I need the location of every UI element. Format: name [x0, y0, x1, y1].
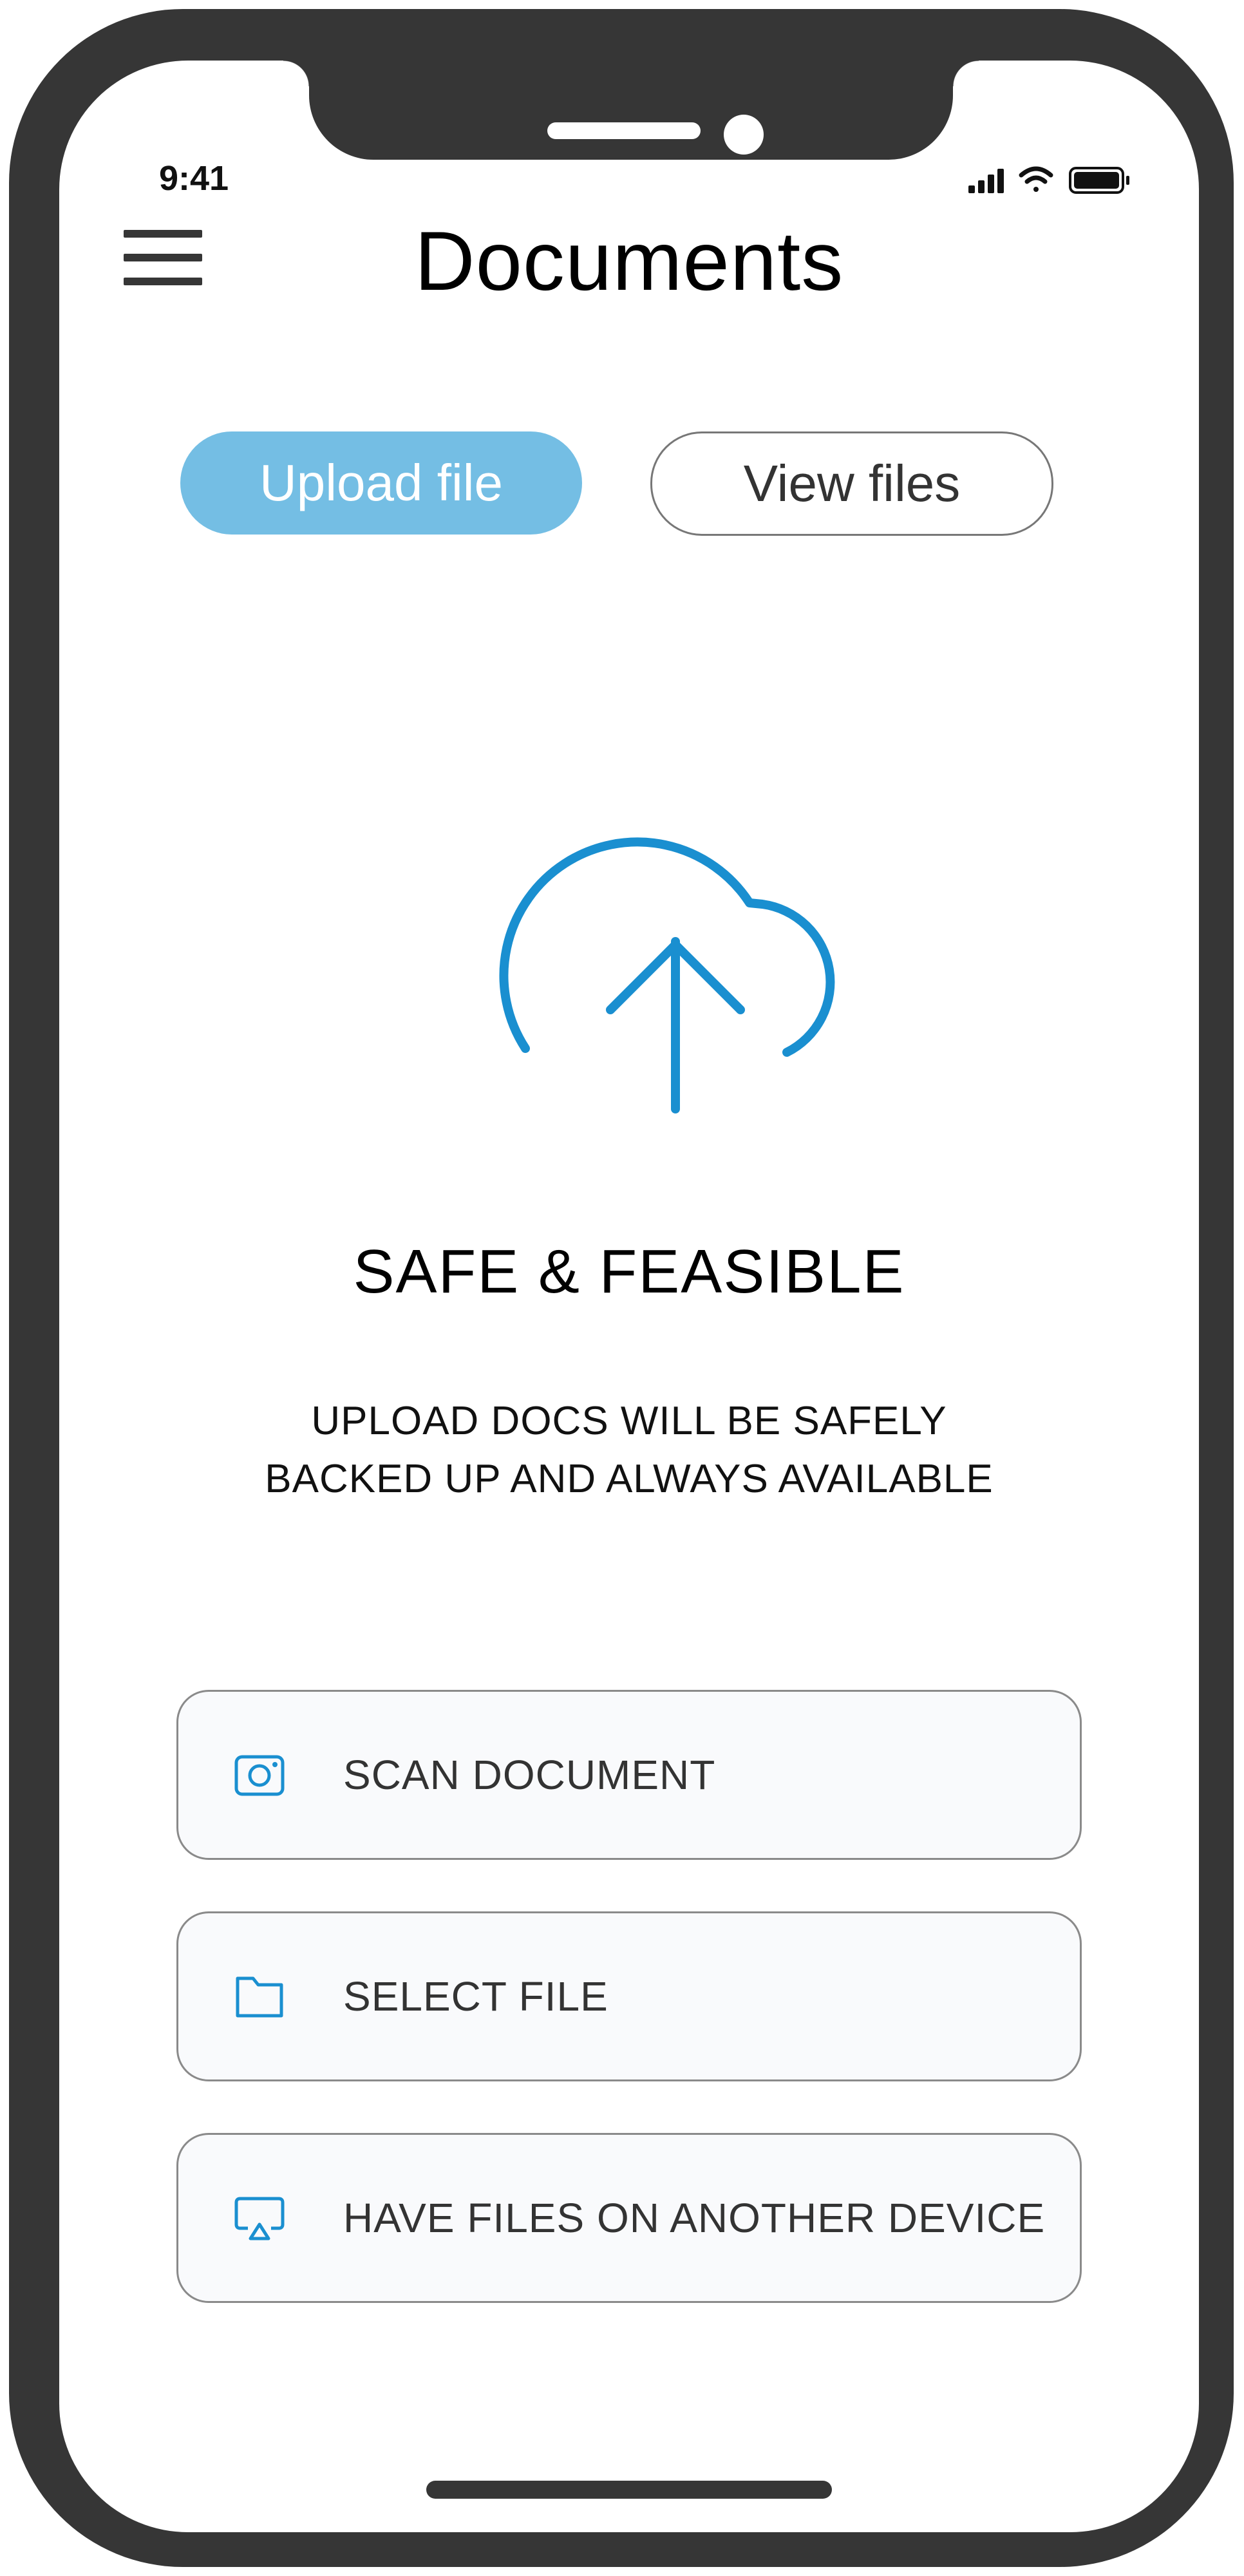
tab-upload-file[interactable]: Upload file [180, 431, 582, 535]
page-title: Documents [414, 214, 844, 308]
speaker [547, 122, 701, 139]
phone-frame: 9:41 Documents Upload file View files SA… [9, 9, 1234, 2567]
notch [283, 61, 979, 160]
wifi-icon [1019, 166, 1053, 192]
signal-icon [968, 169, 1004, 193]
description-line-1: UPLOAD DOCS WILL BE SAFELY [311, 1399, 947, 1443]
battery-icon [1069, 167, 1129, 194]
cloud-upload-icon [499, 837, 835, 1113]
select-file-button[interactable]: SELECT FILE [176, 1911, 1082, 2081]
screen: 9:41 Documents Upload file View files SA… [59, 61, 1199, 2532]
status-icons [968, 166, 1129, 194]
folder-icon [236, 1976, 283, 2018]
other-device-button[interactable]: HAVE FILES ON ANOTHER DEVICE [176, 2133, 1082, 2303]
option-label: SELECT FILE [343, 1973, 608, 2020]
option-label: HAVE FILES ON ANOTHER DEVICE [343, 2195, 1046, 2241]
airplay-icon [234, 2197, 285, 2240]
home-indicator[interactable] [426, 2481, 832, 2499]
option-label: SCAN DOCUMENT [343, 1752, 716, 1798]
headline: SAFE & FEASIBLE [353, 1237, 905, 1306]
camera-icon [234, 1755, 285, 1796]
tab-view-files[interactable]: View files [650, 431, 1053, 536]
front-camera [724, 115, 764, 155]
description-line-2: BACKED UP AND ALWAYS AVAILABLE [265, 1457, 994, 1501]
description: UPLOAD DOCS WILL BE SAFELY BACKED UP AND… [59, 1392, 1199, 1508]
scan-document-button[interactable]: SCAN DOCUMENT [176, 1690, 1082, 1860]
status-time: 9:41 [159, 159, 229, 198]
